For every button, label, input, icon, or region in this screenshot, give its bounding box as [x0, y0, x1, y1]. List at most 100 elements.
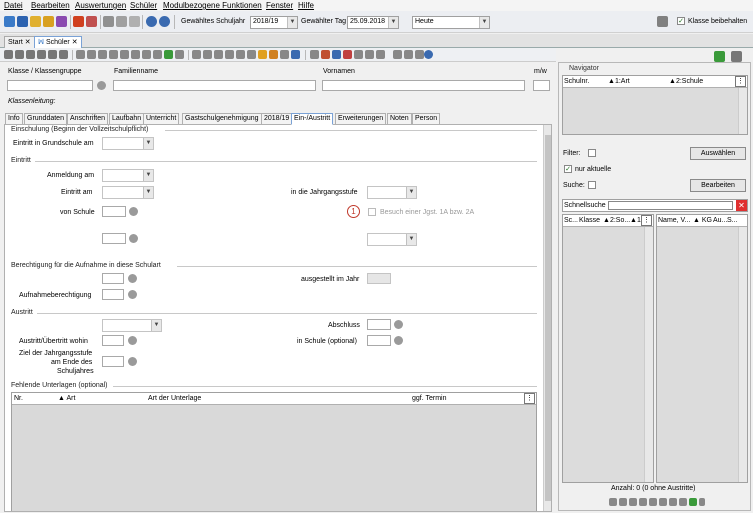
- copy-icon[interactable]: [103, 16, 114, 27]
- menu-schueler[interactable]: Schüler: [130, 1, 157, 10]
- next-record-icon[interactable]: [131, 50, 140, 59]
- klasse-beibehalten-checkbox[interactable]: ✓: [677, 17, 685, 25]
- home-icon[interactable]: [393, 50, 402, 59]
- next-icon[interactable]: [120, 50, 129, 59]
- group-icon[interactable]: [310, 50, 319, 59]
- menu-auswertungen[interactable]: Auswertungen: [75, 1, 126, 10]
- eintritt-grundschule-date[interactable]: ▼: [102, 137, 154, 150]
- scrollbar[interactable]: [644, 227, 653, 482]
- house-icon[interactable]: [415, 50, 424, 59]
- lehrer-module-icon[interactable]: [17, 16, 28, 27]
- copy-record-icon[interactable]: [37, 50, 46, 59]
- eintritt-date[interactable]: ▼: [102, 186, 154, 199]
- building-icon[interactable]: [404, 50, 413, 59]
- tab-ein-austritt[interactable]: Ein-/Austritt: [291, 113, 334, 125]
- auswaehlen-button[interactable]: Auswählen: [690, 147, 746, 160]
- von-schule-lookup-icon[interactable]: [129, 207, 138, 216]
- column-chooser-icon[interactable]: ⋮: [524, 393, 535, 404]
- last-record-icon[interactable]: [679, 498, 687, 506]
- faecher-module-icon[interactable]: [56, 16, 67, 27]
- col-art[interactable]: ▲ Art: [58, 395, 75, 402]
- col-so[interactable]: ▲2:So...: [603, 217, 630, 224]
- col-1[interactable]: ▲1: [630, 217, 641, 224]
- first-record-icon[interactable]: [76, 50, 85, 59]
- austritt-wohin-lookup-icon[interactable]: [128, 336, 137, 345]
- lock-icon[interactable]: [657, 16, 668, 27]
- export-icon[interactable]: [116, 16, 127, 27]
- help-icon[interactable]: [424, 50, 433, 59]
- help-icon[interactable]: [146, 16, 157, 27]
- clock-icon[interactable]: [291, 50, 300, 59]
- undo-icon[interactable]: [59, 50, 68, 59]
- prev-page-icon[interactable]: [87, 50, 96, 59]
- next-page-icon[interactable]: [669, 498, 677, 506]
- col-schule[interactable]: ▲2:Schule: [669, 78, 703, 85]
- col-art[interactable]: ▲1:Art: [608, 78, 630, 85]
- berechtigung-input[interactable]: [102, 273, 124, 284]
- table-icon[interactable]: [376, 50, 385, 59]
- kurse-module-icon[interactable]: [43, 16, 54, 27]
- schnellsuche-input[interactable]: [608, 201, 733, 210]
- pencil-icon[interactable]: [269, 50, 278, 59]
- users-icon[interactable]: [332, 50, 341, 59]
- tag-date-field[interactable]: 25.09.2018 ▼: [347, 16, 399, 29]
- scroll-thumb[interactable]: [545, 135, 551, 501]
- refresh-icon[interactable]: [48, 50, 57, 59]
- prev-icon[interactable]: [639, 498, 647, 506]
- menu-fenster[interactable]: Fenster: [266, 1, 293, 10]
- save-icon[interactable]: [15, 50, 24, 59]
- refresh-navigator-icon[interactable]: [714, 51, 725, 62]
- last-record-icon[interactable]: [153, 50, 162, 59]
- heute-select[interactable]: Heute ▼: [412, 16, 490, 29]
- tab-start[interactable]: Start ✕: [4, 36, 35, 48]
- next-page-icon[interactable]: [142, 50, 151, 59]
- col-art-der-unterlage[interactable]: Art der Unterlage: [148, 395, 201, 402]
- new-record-icon[interactable]: [4, 50, 13, 59]
- tab-schueler[interactable]: ꟽ Schüler ✕: [34, 36, 82, 48]
- menu-datei[interactable]: Datei: [4, 1, 23, 10]
- sync-icon[interactable]: [689, 498, 697, 506]
- delete-icon[interactable]: [26, 50, 35, 59]
- in-schule-lookup-icon[interactable]: [394, 336, 403, 345]
- klasse-lookup-icon[interactable]: [97, 81, 106, 90]
- in-schule-input[interactable]: [367, 335, 391, 346]
- von-schule-input[interactable]: [102, 206, 126, 217]
- col-termin[interactable]: ggf. Termin: [412, 395, 447, 402]
- paste-icon[interactable]: [214, 50, 223, 59]
- info-icon[interactable]: [159, 16, 170, 27]
- suche-checkbox[interactable]: [588, 181, 596, 189]
- col-kg[interactable]: ▲ KG: [693, 217, 712, 224]
- klassen-module-icon[interactable]: [30, 16, 41, 27]
- bell-icon[interactable]: [280, 50, 289, 59]
- bulb-icon[interactable]: [258, 50, 267, 59]
- austritt-date[interactable]: ▼: [102, 319, 162, 332]
- menu-bearbeiten[interactable]: Bearbeiten: [31, 1, 70, 10]
- sync-icon[interactable]: [164, 50, 173, 59]
- jahrgangsstufe-select[interactable]: ▼: [367, 186, 417, 199]
- berechtigung-lookup-icon[interactable]: [128, 274, 137, 283]
- filter-checkbox[interactable]: [588, 149, 596, 157]
- col-sc[interactable]: Sc...: [564, 217, 578, 224]
- stats-icon[interactable]: [354, 50, 363, 59]
- scrollbar[interactable]: [738, 88, 747, 134]
- abschluss-input[interactable]: [367, 319, 391, 330]
- col-schulnr[interactable]: Schulnr.: [564, 78, 589, 85]
- clear-search-icon[interactable]: ✕: [736, 200, 747, 211]
- next-record-icon[interactable]: [659, 498, 667, 506]
- besuch-checkbox[interactable]: [368, 208, 376, 216]
- window-icon[interactable]: [731, 51, 742, 62]
- mw-input[interactable]: [533, 80, 550, 91]
- ziel-lookup-icon[interactable]: [128, 357, 137, 366]
- aufnahmeberechtigung-lookup-icon[interactable]: [128, 290, 137, 299]
- schueler-module-icon[interactable]: [4, 16, 15, 27]
- import-icon[interactable]: [129, 16, 140, 27]
- col-klasse[interactable]: Klasse: [579, 217, 600, 224]
- person-icon[interactable]: [321, 50, 330, 59]
- edit-icon[interactable]: [236, 50, 245, 59]
- next-icon[interactable]: [649, 498, 657, 506]
- close-icon[interactable]: ✕: [25, 39, 31, 46]
- col-s[interactable]: S...: [727, 217, 738, 224]
- clipboard-icon[interactable]: [225, 50, 234, 59]
- schuljahr-select[interactable]: 2018/19 ▼: [250, 16, 298, 29]
- von-schule-extra-input[interactable]: [102, 233, 126, 244]
